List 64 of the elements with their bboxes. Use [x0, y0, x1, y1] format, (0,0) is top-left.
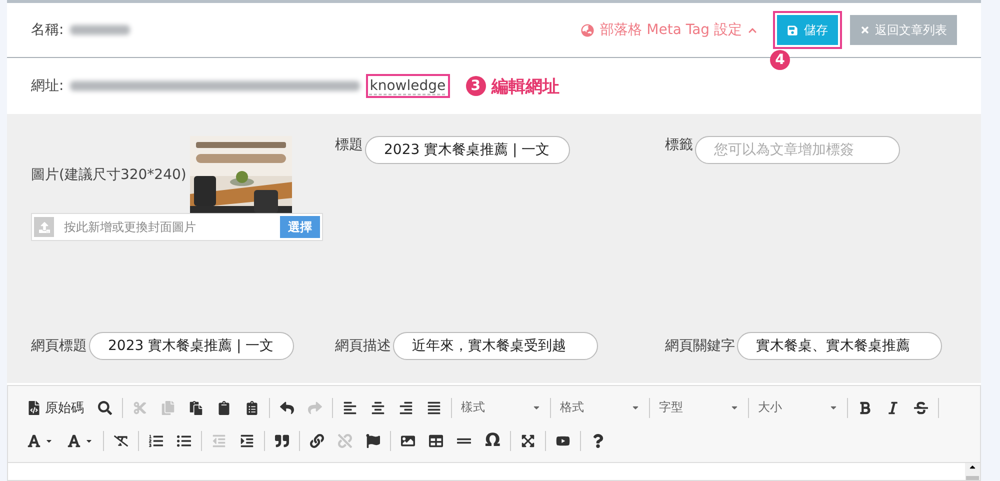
- source-icon: [27, 400, 41, 414]
- save-icon: [787, 24, 798, 36]
- link-icon: [310, 434, 324, 448]
- maximize-icon: [521, 434, 536, 448]
- dropdown-select[interactable]: 大小: [752, 399, 844, 416]
- chevron-up-icon: [748, 26, 757, 34]
- field-label: 網頁描述: [335, 337, 391, 355]
- undo-icon: [280, 400, 294, 414]
- bullet-list-icon: [177, 434, 191, 448]
- dropdown-select[interactable]: 格式: [554, 399, 646, 416]
- upload-field[interactable]: 按此新增或更換封面圖片 選擇: [31, 213, 323, 241]
- dropdown-select[interactable]: 樣式: [455, 399, 547, 416]
- blurred-value: [70, 25, 130, 35]
- image-label: 圖片(建議尺寸320*240): [31, 166, 186, 184]
- url-label: 網址:: [31, 77, 64, 95]
- toolbar-button[interactable]: 原始碼: [20, 396, 91, 420]
- globe-icon: [581, 24, 594, 36]
- align-right-icon: [399, 400, 413, 414]
- text-color-icon: [27, 434, 41, 448]
- align-center-icon: [371, 400, 385, 414]
- table-icon: [429, 434, 443, 448]
- align-left-icon: [343, 400, 357, 414]
- field-label: 網頁關鍵字: [665, 337, 735, 355]
- field-label: 標籤: [665, 136, 693, 154]
- field-label: 網頁標題: [31, 337, 87, 355]
- step-marker: 3: [466, 76, 486, 96]
- strikethrough-icon: [914, 400, 928, 414]
- redo-icon: [308, 400, 322, 414]
- clipboard-icon: [245, 400, 259, 414]
- toolbar-button[interactable]: Ω: [478, 428, 508, 452]
- text-field[interactable]: 您可以為文章增加標簽: [695, 136, 900, 164]
- preview-icon: [98, 400, 112, 414]
- background-color-icon: [67, 434, 81, 448]
- choose-button[interactable]: 選擇: [280, 216, 320, 238]
- numbered-list-icon: [149, 434, 163, 448]
- upload-icon: [38, 222, 50, 232]
- url-slug[interactable]: knowledge: [366, 74, 450, 98]
- quote-icon: [275, 434, 289, 448]
- close-icon: [860, 25, 870, 35]
- help-icon: [591, 434, 606, 448]
- clipboard-icon: [217, 400, 231, 414]
- clear-format-icon: [114, 434, 128, 448]
- step-marker: 4: [770, 50, 790, 70]
- outdent-icon: [212, 434, 226, 448]
- indent-icon: [240, 434, 254, 448]
- name-label: 名稱:: [31, 21, 64, 39]
- scrollbar[interactable]: [965, 463, 980, 480]
- field-label: 標題: [335, 136, 363, 154]
- clipboard-icon: [189, 400, 203, 414]
- dropdown-select[interactable]: 字型: [653, 399, 745, 416]
- video-icon: [556, 434, 570, 448]
- text-field[interactable]: 2023 實木餐桌推薦 | 一文: [365, 136, 570, 164]
- image-icon: [401, 434, 415, 448]
- text-field[interactable]: 近年來，實木餐桌受到越: [393, 332, 598, 360]
- unlink-icon: [338, 434, 352, 448]
- text-field[interactable]: 實木餐桌、實木餐桌推薦: [737, 332, 942, 360]
- copy-icon: [161, 400, 175, 414]
- align-justify-icon: [427, 400, 441, 414]
- scissors-icon: [133, 400, 147, 414]
- italic-icon: [886, 400, 900, 414]
- text-field[interactable]: 2023 實木餐桌推薦 | 一文: [89, 332, 294, 360]
- edit-url-hint: 編輯網址: [492, 76, 560, 98]
- flag-icon: [366, 434, 380, 448]
- bold-icon: [858, 400, 872, 414]
